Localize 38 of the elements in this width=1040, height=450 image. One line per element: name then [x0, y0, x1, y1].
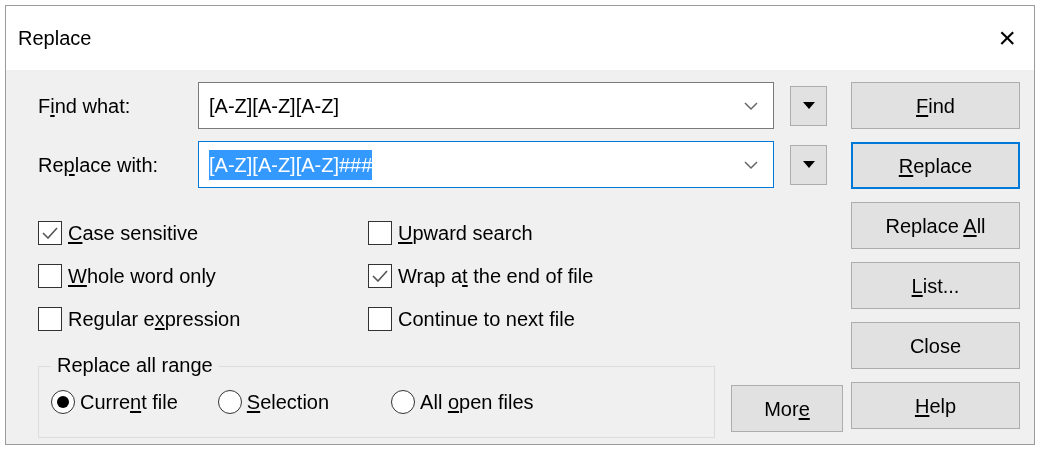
combo-field[interactable]: [A-Z][A-Z][A-Z] — [198, 82, 774, 129]
dialog-button[interactable]: Find — [851, 82, 1020, 129]
radio-label: All open files — [420, 390, 534, 415]
radio-button[interactable] — [217, 390, 242, 414]
triangle-down-icon — [802, 161, 815, 168]
chevron-icon — [743, 100, 759, 111]
chevron-icon — [743, 159, 759, 170]
history-dropdown-button[interactable] — [790, 85, 827, 126]
check-icon — [372, 270, 388, 282]
checkbox-label: Case sensitive — [68, 221, 199, 246]
field-label: Find what: — [38, 93, 132, 119]
dialog-button[interactable]: Replace All — [851, 202, 1020, 249]
checkbox[interactable] — [368, 264, 392, 288]
dialog-button[interactable]: Replace — [851, 142, 1020, 189]
radio-label: Selection — [246, 390, 330, 415]
field-label: Replace with: — [38, 152, 160, 178]
checkbox-label: Regular expression — [68, 307, 241, 332]
close-button[interactable]: × — [994, 23, 1020, 53]
checkbox[interactable] — [38, 221, 62, 245]
dialog-button[interactable]: List... — [851, 262, 1020, 309]
window-title: Replace — [18, 26, 92, 51]
checkbox-label: Whole word only — [68, 264, 216, 289]
more-button[interactable]: More — [731, 385, 843, 432]
radio-label: Current file — [80, 390, 178, 415]
dialog-button[interactable]: Close — [851, 322, 1020, 369]
dialog-button[interactable]: Help — [851, 382, 1020, 429]
checkbox[interactable] — [368, 221, 392, 245]
triangle-down-icon — [802, 102, 815, 109]
history-dropdown-button[interactable] — [790, 144, 827, 185]
checkbox[interactable] — [38, 307, 62, 331]
radio-button[interactable] — [391, 390, 416, 414]
checkbox-label: Upward search — [398, 221, 533, 246]
checkbox[interactable] — [38, 264, 62, 288]
checkbox-label: Wrap at the end of file — [398, 264, 594, 289]
radio-button[interactable] — [51, 390, 75, 414]
checkbox-label: Continue to next file — [398, 307, 575, 332]
check-icon — [42, 227, 58, 239]
checkbox[interactable] — [368, 307, 392, 331]
